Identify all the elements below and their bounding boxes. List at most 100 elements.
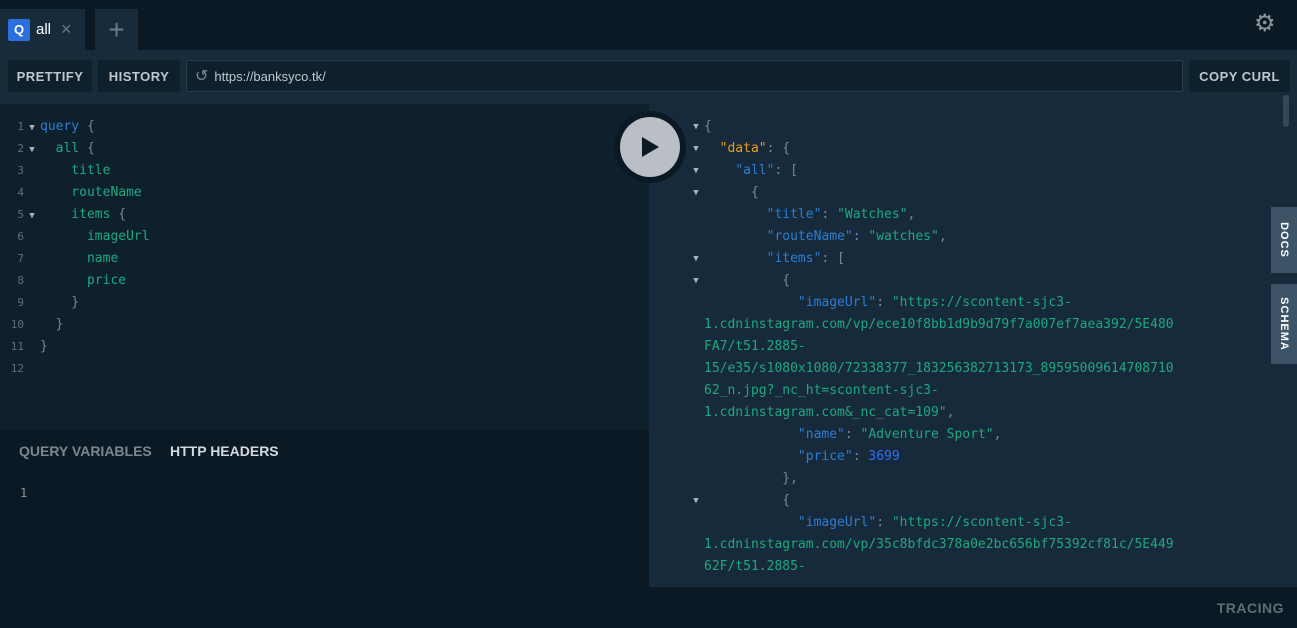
prettify-button[interactable]: PRETTIFY: [8, 60, 92, 92]
json-token: "Watches": [837, 207, 908, 222]
line-number: 2: [17, 142, 24, 155]
query-editor[interactable]: 1 ▼ query {2 ▼ all {3 title 4 routeName 5 ▼ it…: [0, 104, 649, 430]
fold-arrow-icon[interactable]: ▼: [689, 276, 703, 286]
code-line: 5 ▼ items {: [0, 204, 640, 226]
new-tab-button[interactable]: +: [95, 9, 138, 50]
code-line: 10 }: [0, 314, 640, 336]
gear-icon[interactable]: ⚙: [1254, 9, 1276, 38]
line-number: 1: [20, 486, 28, 500]
json-token: {: [704, 185, 759, 200]
result-line: FA7/t51.2885-: [704, 336, 806, 358]
json-token: 1.cdninstagram.com/vp/ece10f8bb1d9b9d79f…: [704, 317, 1174, 332]
json-token: {: [704, 119, 712, 134]
result-line: "name": "Adventure Sport",: [704, 424, 1002, 446]
code-line: 3 title: [0, 160, 640, 182]
history-button[interactable]: HISTORY: [98, 60, 180, 92]
code-token: all: [40, 141, 80, 156]
json-token: : [: [774, 163, 798, 178]
fold-arrow-icon[interactable]: ▼: [24, 205, 40, 227]
result-viewer[interactable]: ▼{▼ "data": {▼ "all": [▼ { "title": "Wat…: [649, 104, 1297, 587]
code-token: }: [40, 317, 64, 332]
json-token: ,: [907, 207, 916, 222]
json-token: :: [876, 515, 892, 530]
code-token: }: [40, 295, 80, 310]
code-line: 8 price: [0, 270, 640, 292]
json-token: "name": [797, 427, 845, 442]
json-token: "https://scontent-sjc3-: [891, 295, 1072, 310]
tab-http-headers[interactable]: HTTP HEADERS: [170, 443, 279, 459]
fold-arrow-icon[interactable]: ▼: [689, 188, 703, 198]
json-token: },: [704, 471, 798, 486]
result-line: {: [704, 182, 759, 204]
execute-query-button[interactable]: [614, 111, 686, 183]
code-line: 9 }: [0, 292, 640, 314]
fold-arrow-icon[interactable]: ▼: [689, 144, 703, 154]
json-token: 1.cdninstagram.com/vp/35c8bfdc378a0e2bc6…: [704, 537, 1174, 552]
json-token: :: [852, 229, 869, 244]
result-line: "all": [: [704, 160, 798, 182]
fold-arrow-icon[interactable]: ▼: [24, 117, 40, 139]
line-number: 1: [17, 120, 24, 133]
json-token: FA7/t51.2885-: [704, 339, 806, 354]
code-token: price: [40, 273, 127, 288]
line-number: 12: [10, 362, 24, 375]
line-number: 6: [17, 230, 24, 243]
result-line: {: [704, 270, 790, 292]
json-token: "routeName": [766, 229, 853, 244]
result-line: "imageUrl": "https://scontent-sjc3-: [704, 512, 1072, 534]
json-token: 1.cdninstagram.com&_nc_cat=109": [704, 405, 947, 420]
endpoint-url-input[interactable]: ↺ https://banksyco.tk/: [186, 60, 1183, 92]
docs-tab[interactable]: DOCS: [1271, 207, 1297, 273]
line-number: 9: [17, 296, 24, 309]
fold-arrow-icon[interactable]: ▼: [689, 122, 703, 132]
json-token: "imageUrl": [797, 515, 877, 530]
code-token: imageUrl: [40, 229, 150, 244]
code-token: {: [79, 119, 95, 134]
schema-label: SCHEMA: [1278, 297, 1291, 351]
fold-arrow-icon[interactable]: ▼: [24, 139, 40, 161]
line-number: 5: [17, 208, 24, 221]
query-badge-icon: Q: [8, 18, 30, 41]
result-line: 62_n.jpg?_nc_ht=scontent-sjc3-: [704, 380, 939, 402]
json-token: "price": [797, 449, 853, 464]
result-scrollbar[interactable]: [1283, 95, 1289, 127]
json-token: {: [704, 493, 791, 508]
code-token: }: [40, 339, 48, 354]
fold-arrow-icon[interactable]: ▼: [689, 166, 703, 176]
tab-query-variables[interactable]: QUERY VARIABLES: [19, 443, 152, 459]
code-token: {: [79, 141, 95, 156]
code-line: 2 ▼ all {: [0, 138, 640, 160]
json-token: "title": [766, 207, 822, 222]
code-line: 6 imageUrl: [0, 226, 640, 248]
result-line: "title": "Watches",: [704, 204, 916, 226]
json-token: "imageUrl": [797, 295, 877, 310]
code-token: query: [40, 119, 80, 134]
json-token: :: [844, 427, 861, 442]
fold-arrow-icon[interactable]: ▼: [689, 254, 703, 264]
line-number: 7: [17, 252, 24, 265]
json-token: : {: [766, 141, 791, 156]
result-line: {: [704, 116, 712, 138]
code-line: 7 name: [0, 248, 640, 270]
result-line: 1.cdninstagram.com&_nc_cat=109",: [704, 402, 954, 424]
result-line: },: [704, 468, 798, 490]
fold-arrow-icon[interactable]: ▼: [689, 496, 703, 506]
reload-schema-icon[interactable]: ↺: [195, 66, 208, 86]
schema-tab[interactable]: SCHEMA: [1271, 284, 1297, 364]
code-token: routeName: [40, 185, 142, 200]
json-token: : [: [821, 251, 845, 266]
copy-curl-button[interactable]: COPY CURL: [1189, 60, 1290, 92]
close-tab-icon[interactable]: ×: [61, 19, 72, 40]
tab-all[interactable]: Q all ×: [0, 9, 85, 50]
code-line: 12: [0, 358, 640, 380]
code-line: 4 routeName: [0, 182, 640, 204]
tracing-button[interactable]: TRACING: [1217, 600, 1284, 616]
line-number: 8: [17, 274, 24, 287]
bottom-bar: TRACING: [0, 587, 1297, 628]
